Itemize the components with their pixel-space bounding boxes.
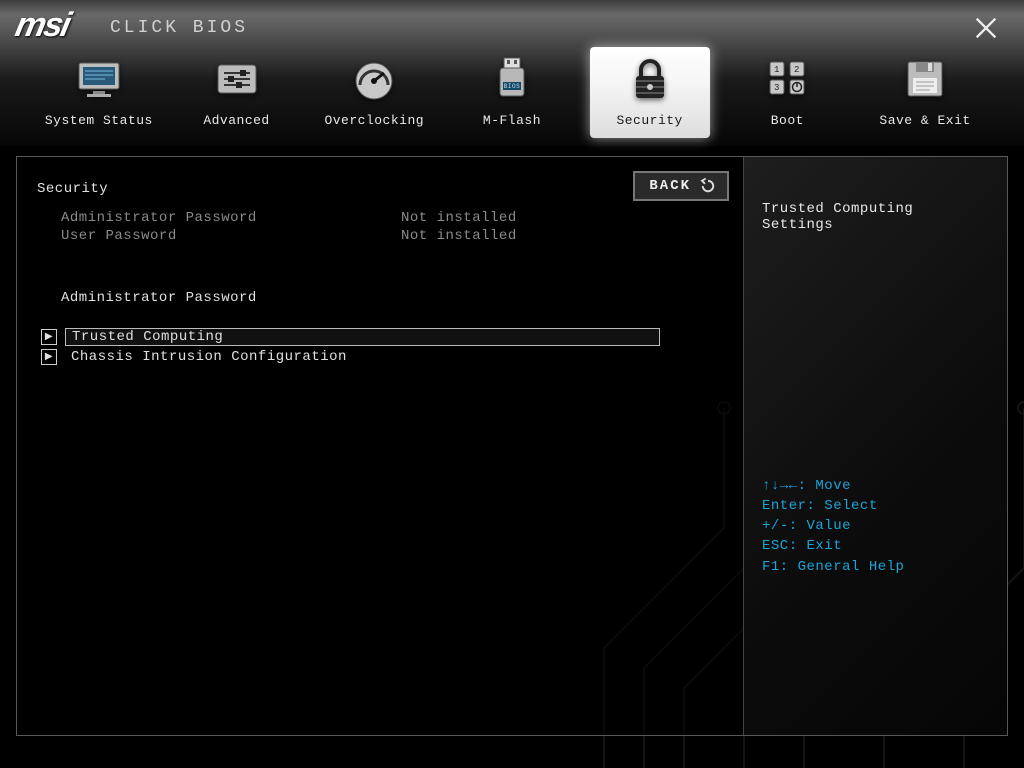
tab-overclocking[interactable]: Overclocking bbox=[314, 47, 434, 138]
menu-item-label: Chassis Intrusion Configuration bbox=[65, 349, 353, 365]
brand-logo: msi bbox=[16, 6, 69, 45]
svg-text:3: 3 bbox=[774, 83, 780, 93]
help-key-line: Enter: Select bbox=[762, 496, 989, 516]
help-key-line: ↑↓→←: Move bbox=[762, 476, 989, 496]
status-value: Not installed bbox=[401, 228, 517, 244]
help-panel: Trusted Computing Settings ↑↓→←: Move En… bbox=[743, 157, 1007, 735]
tab-boot[interactable]: 1 2 3 Boot bbox=[727, 47, 847, 138]
undo-icon bbox=[699, 177, 717, 195]
svg-text:BIOS: BIOS bbox=[504, 83, 520, 90]
help-title: Trusted Computing Settings bbox=[762, 201, 989, 233]
tab-label: Save & Exit bbox=[865, 107, 985, 138]
usb-icon: BIOS bbox=[452, 51, 572, 107]
tab-save-exit[interactable]: Save & Exit bbox=[865, 47, 985, 138]
tab-label: Overclocking bbox=[314, 107, 434, 138]
tab-label: Security bbox=[590, 107, 710, 138]
tab-advanced[interactable]: Advanced bbox=[177, 47, 297, 138]
tab-system-status[interactable]: System Status bbox=[39, 47, 159, 138]
main-panel: BACK Security Administrator Password Not… bbox=[17, 157, 743, 735]
top-bar: msi CLICK BIOS System Status bbox=[0, 0, 1024, 146]
tab-label: System Status bbox=[39, 107, 159, 138]
status-row: Administrator Password Not installed bbox=[37, 209, 723, 227]
menu-item-admin-password[interactable]: Administrator Password bbox=[37, 289, 723, 307]
submenu-arrow-icon: ▶ bbox=[41, 329, 57, 345]
back-label: BACK bbox=[649, 178, 691, 194]
monitor-icon bbox=[39, 51, 159, 107]
nav-tabs: System Status Advanced bbox=[0, 47, 1024, 138]
app-title: CLICK BIOS bbox=[110, 18, 248, 38]
menu-item-label: Trusted Computing bbox=[65, 328, 660, 346]
status-row: User Password Not installed bbox=[37, 227, 723, 245]
svg-text:2: 2 bbox=[794, 65, 800, 75]
status-value: Not installed bbox=[401, 210, 517, 226]
status-label: User Password bbox=[61, 228, 401, 244]
help-key-line: +/-: Value bbox=[762, 516, 989, 536]
status-label: Administrator Password bbox=[61, 210, 401, 226]
gauge-icon bbox=[314, 51, 434, 107]
work-area: BACK Security Administrator Password Not… bbox=[16, 156, 1008, 736]
tab-label: Advanced bbox=[177, 107, 297, 138]
tab-label: Boot bbox=[727, 107, 847, 138]
close-button[interactable] bbox=[972, 14, 1000, 42]
help-keys: ↑↓→←: Move Enter: Select +/-: Value ESC:… bbox=[762, 476, 989, 717]
sliders-icon bbox=[177, 51, 297, 107]
svg-text:1: 1 bbox=[774, 65, 780, 75]
floppy-icon bbox=[865, 51, 985, 107]
help-key-line: F1: General Help bbox=[762, 557, 989, 577]
page-title: Security bbox=[37, 181, 723, 197]
menu-item-trusted-computing[interactable]: ▶ Trusted Computing bbox=[37, 327, 723, 347]
lock-icon bbox=[590, 51, 710, 107]
help-key-line: ESC: Exit bbox=[762, 536, 989, 556]
tab-mflash[interactable]: BIOS M-Flash bbox=[452, 47, 572, 138]
tab-label: M-Flash bbox=[452, 107, 572, 138]
submenu-arrow-icon: ▶ bbox=[41, 349, 57, 365]
boot-order-icon: 1 2 3 bbox=[727, 51, 847, 107]
tab-security[interactable]: Security bbox=[590, 47, 710, 138]
back-button[interactable]: BACK bbox=[633, 171, 729, 201]
menu-item-chassis-intrusion[interactable]: ▶ Chassis Intrusion Configuration bbox=[37, 347, 723, 367]
